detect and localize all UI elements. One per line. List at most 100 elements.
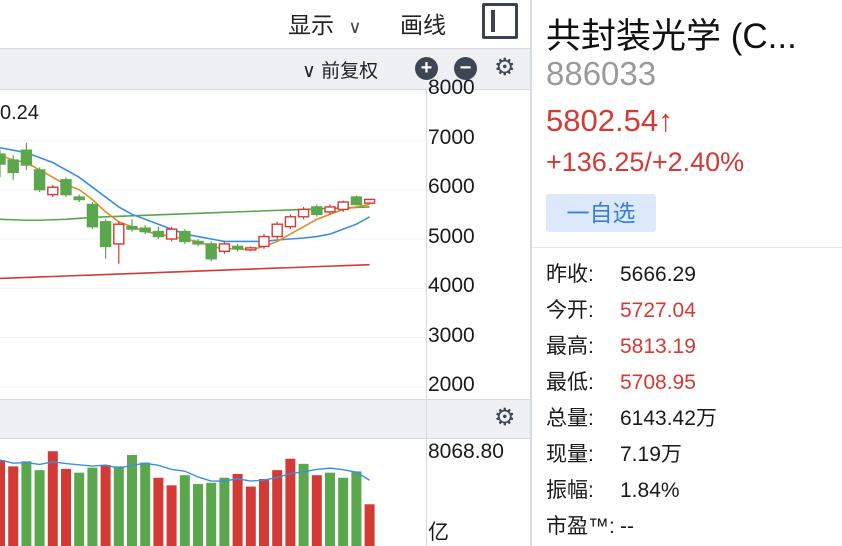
candle[interactable] bbox=[47, 184, 59, 198]
volume-bar[interactable] bbox=[153, 477, 164, 546]
candle[interactable] bbox=[350, 195, 363, 206]
adjust-mode-dropdown[interactable]: ∨ 前复权 bbox=[302, 56, 378, 83]
stat-value: 1.84% bbox=[620, 479, 680, 502]
volume-bar[interactable] bbox=[219, 477, 230, 546]
display-menu-button[interactable]: 显示 ∨ bbox=[288, 6, 362, 40]
display-label: 显示 bbox=[288, 12, 334, 38]
chevron-down-icon: ∨ bbox=[348, 17, 362, 37]
stat-row: 今开: 5727.04 bbox=[546, 294, 696, 324]
candle[interactable] bbox=[73, 194, 85, 202]
y-tick-label: 4000 bbox=[428, 274, 475, 297]
candle-body bbox=[179, 230, 191, 243]
volume-bar[interactable] bbox=[127, 454, 137, 546]
candle[interactable] bbox=[363, 198, 376, 205]
stat-label: 市盈™: bbox=[546, 515, 615, 538]
candle[interactable] bbox=[271, 221, 283, 239]
candle[interactable] bbox=[284, 214, 297, 230]
candle[interactable] bbox=[20, 142, 33, 170]
y-tick-label: 5000 bbox=[428, 225, 475, 248]
volume-bar[interactable] bbox=[298, 463, 309, 546]
volume-bar[interactable] bbox=[311, 475, 322, 546]
candle-body bbox=[126, 225, 138, 230]
volume-bar[interactable] bbox=[166, 485, 177, 546]
candle[interactable] bbox=[179, 229, 191, 244]
volume-gear-icon[interactable]: ⚙ bbox=[494, 406, 516, 430]
candle[interactable] bbox=[205, 241, 217, 262]
candle-body bbox=[73, 196, 85, 201]
volume-bar[interactable] bbox=[21, 461, 32, 546]
candle-body bbox=[284, 216, 297, 228]
candle[interactable] bbox=[113, 221, 125, 264]
volume-bar[interactable] bbox=[8, 466, 19, 546]
candle[interactable] bbox=[33, 167, 46, 193]
candle[interactable] bbox=[152, 226, 165, 239]
stat-value: 5666.29 bbox=[620, 263, 696, 286]
top-toolbar: 显示 ∨ 画线 bbox=[0, 0, 530, 49]
candle[interactable] bbox=[258, 234, 270, 249]
candle-body bbox=[86, 203, 99, 228]
candle[interactable] bbox=[231, 243, 244, 252]
price-change: +136.25/+2.40% bbox=[546, 147, 745, 177]
candle[interactable] bbox=[99, 219, 112, 259]
quote-divider bbox=[532, 247, 842, 248]
volume-bar[interactable] bbox=[0, 460, 5, 546]
volume-bar[interactable] bbox=[272, 470, 283, 546]
stat-value: -- bbox=[620, 515, 634, 538]
volume-bar[interactable] bbox=[351, 471, 362, 546]
add-watchlist-button[interactable]: 一自选 bbox=[546, 194, 656, 232]
candle[interactable] bbox=[218, 241, 231, 254]
current-price: 5802.54↑ bbox=[546, 103, 674, 138]
candle-body bbox=[139, 227, 151, 233]
volume-bar[interactable] bbox=[140, 462, 151, 546]
volume-bar[interactable] bbox=[34, 470, 45, 546]
volume-bar[interactable] bbox=[179, 475, 190, 546]
volume-bar[interactable] bbox=[338, 477, 349, 546]
candle-body bbox=[47, 186, 59, 196]
volume-bar[interactable] bbox=[113, 466, 124, 546]
stat-row: 最低: 5708.95 bbox=[546, 366, 696, 396]
volume-bar[interactable] bbox=[206, 482, 217, 546]
volume-bar[interactable] bbox=[74, 472, 85, 546]
candle-body bbox=[245, 247, 257, 251]
stat-value: 6143.42万 bbox=[620, 407, 717, 430]
candle-body bbox=[231, 245, 244, 250]
candle-body bbox=[324, 206, 336, 213]
volume-bar[interactable] bbox=[285, 458, 296, 546]
sidebar-toggle-icon[interactable] bbox=[482, 3, 518, 39]
stat-label: 今开: bbox=[546, 299, 594, 322]
candle-body bbox=[192, 240, 204, 245]
candle[interactable] bbox=[60, 177, 72, 198]
candle[interactable] bbox=[297, 206, 310, 220]
volume-bar[interactable] bbox=[193, 484, 203, 546]
volume-bar[interactable] bbox=[47, 451, 58, 546]
candle-body bbox=[218, 243, 231, 253]
volume-bar[interactable] bbox=[232, 473, 243, 546]
stat-row: 昨收: 5666.29 bbox=[546, 258, 696, 288]
y-tick-label: 2000 bbox=[428, 373, 475, 396]
y-tick-label: 8000 bbox=[428, 76, 475, 99]
stat-value: 5727.04 bbox=[620, 299, 696, 322]
draw-line-button[interactable]: 画线 bbox=[400, 6, 446, 40]
volume-bar[interactable] bbox=[245, 486, 256, 546]
y-tick-label: 6000 bbox=[428, 175, 475, 198]
volume-bar[interactable] bbox=[61, 468, 71, 546]
candle[interactable] bbox=[311, 204, 323, 217]
candle[interactable] bbox=[86, 202, 99, 230]
candle[interactable] bbox=[0, 150, 6, 178]
y-axis-divider bbox=[426, 89, 427, 546]
volume-bar[interactable] bbox=[87, 467, 98, 546]
volume-bar[interactable] bbox=[364, 504, 375, 546]
volume-bar[interactable] bbox=[259, 479, 269, 546]
volume-chart[interactable] bbox=[0, 438, 426, 546]
stat-row: 振幅: 1.84% bbox=[546, 474, 680, 504]
candle[interactable] bbox=[245, 246, 257, 252]
candle-body bbox=[258, 235, 270, 248]
candle-body bbox=[337, 201, 349, 211]
ma-line-red bbox=[0, 263, 370, 280]
stat-label: 现量: bbox=[546, 443, 594, 466]
gear-icon[interactable]: ⚙ bbox=[494, 56, 516, 80]
volume-bar[interactable] bbox=[100, 465, 111, 546]
volume-bar[interactable] bbox=[325, 472, 335, 546]
candle[interactable] bbox=[165, 226, 178, 242]
y-tick-label: 3000 bbox=[428, 324, 475, 347]
